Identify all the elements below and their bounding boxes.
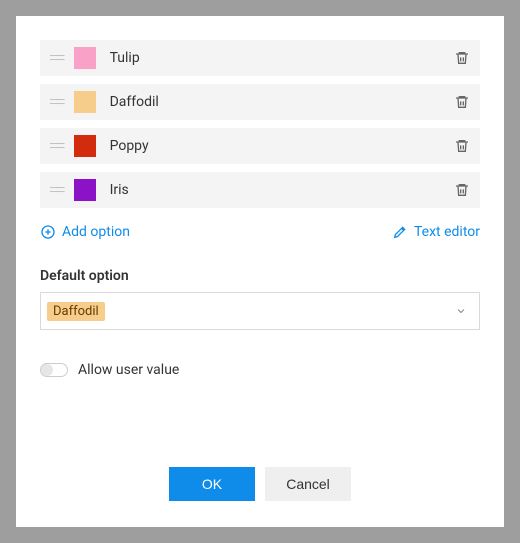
delete-icon[interactable] [454,93,470,111]
drag-handle-icon[interactable]: ──── [50,98,64,106]
option-label: Poppy [110,138,454,154]
selected-chip: Daffodil [47,302,105,321]
drag-handle-icon[interactable]: ──── [50,142,64,150]
cancel-button[interactable]: Cancel [265,467,351,501]
pencil-icon [392,224,408,240]
option-label: Iris [110,182,454,198]
color-swatch[interactable] [74,135,96,157]
add-option-label: Add option [62,224,130,240]
ok-button[interactable]: OK [169,467,255,501]
drag-handle-icon[interactable]: ──── [50,54,64,62]
allow-user-value-row: Allow user value [40,362,480,378]
option-row: ──── Daffodil [40,84,480,120]
toggle-knob [41,364,53,376]
dialog-footer: OK Cancel [40,441,480,527]
color-swatch[interactable] [74,179,96,201]
plus-circle-icon [40,224,56,240]
delete-icon[interactable] [454,181,470,199]
option-label: Daffodil [110,94,454,110]
option-row: ──── Iris [40,172,480,208]
default-option-label: Default option [40,268,480,284]
color-swatch[interactable] [74,47,96,69]
allow-user-value-toggle[interactable] [40,363,68,377]
link-row: Add option Text editor [40,224,480,240]
options-list: ──── Tulip ──── Daffodil ──── Poppy ──── [40,40,480,208]
delete-icon[interactable] [454,49,470,67]
chevron-down-icon [455,302,467,321]
option-row: ──── Poppy [40,128,480,164]
allow-user-value-label: Allow user value [78,362,179,378]
default-option-select[interactable]: Daffodil [40,292,480,330]
options-dialog: ──── Tulip ──── Daffodil ──── Poppy ──── [16,16,504,527]
text-editor-label: Text editor [414,224,480,240]
color-swatch[interactable] [74,91,96,113]
option-label: Tulip [110,50,454,66]
delete-icon[interactable] [454,137,470,155]
add-option-button[interactable]: Add option [40,224,130,240]
text-editor-button[interactable]: Text editor [392,224,480,240]
option-row: ──── Tulip [40,40,480,76]
drag-handle-icon[interactable]: ──── [50,186,64,194]
